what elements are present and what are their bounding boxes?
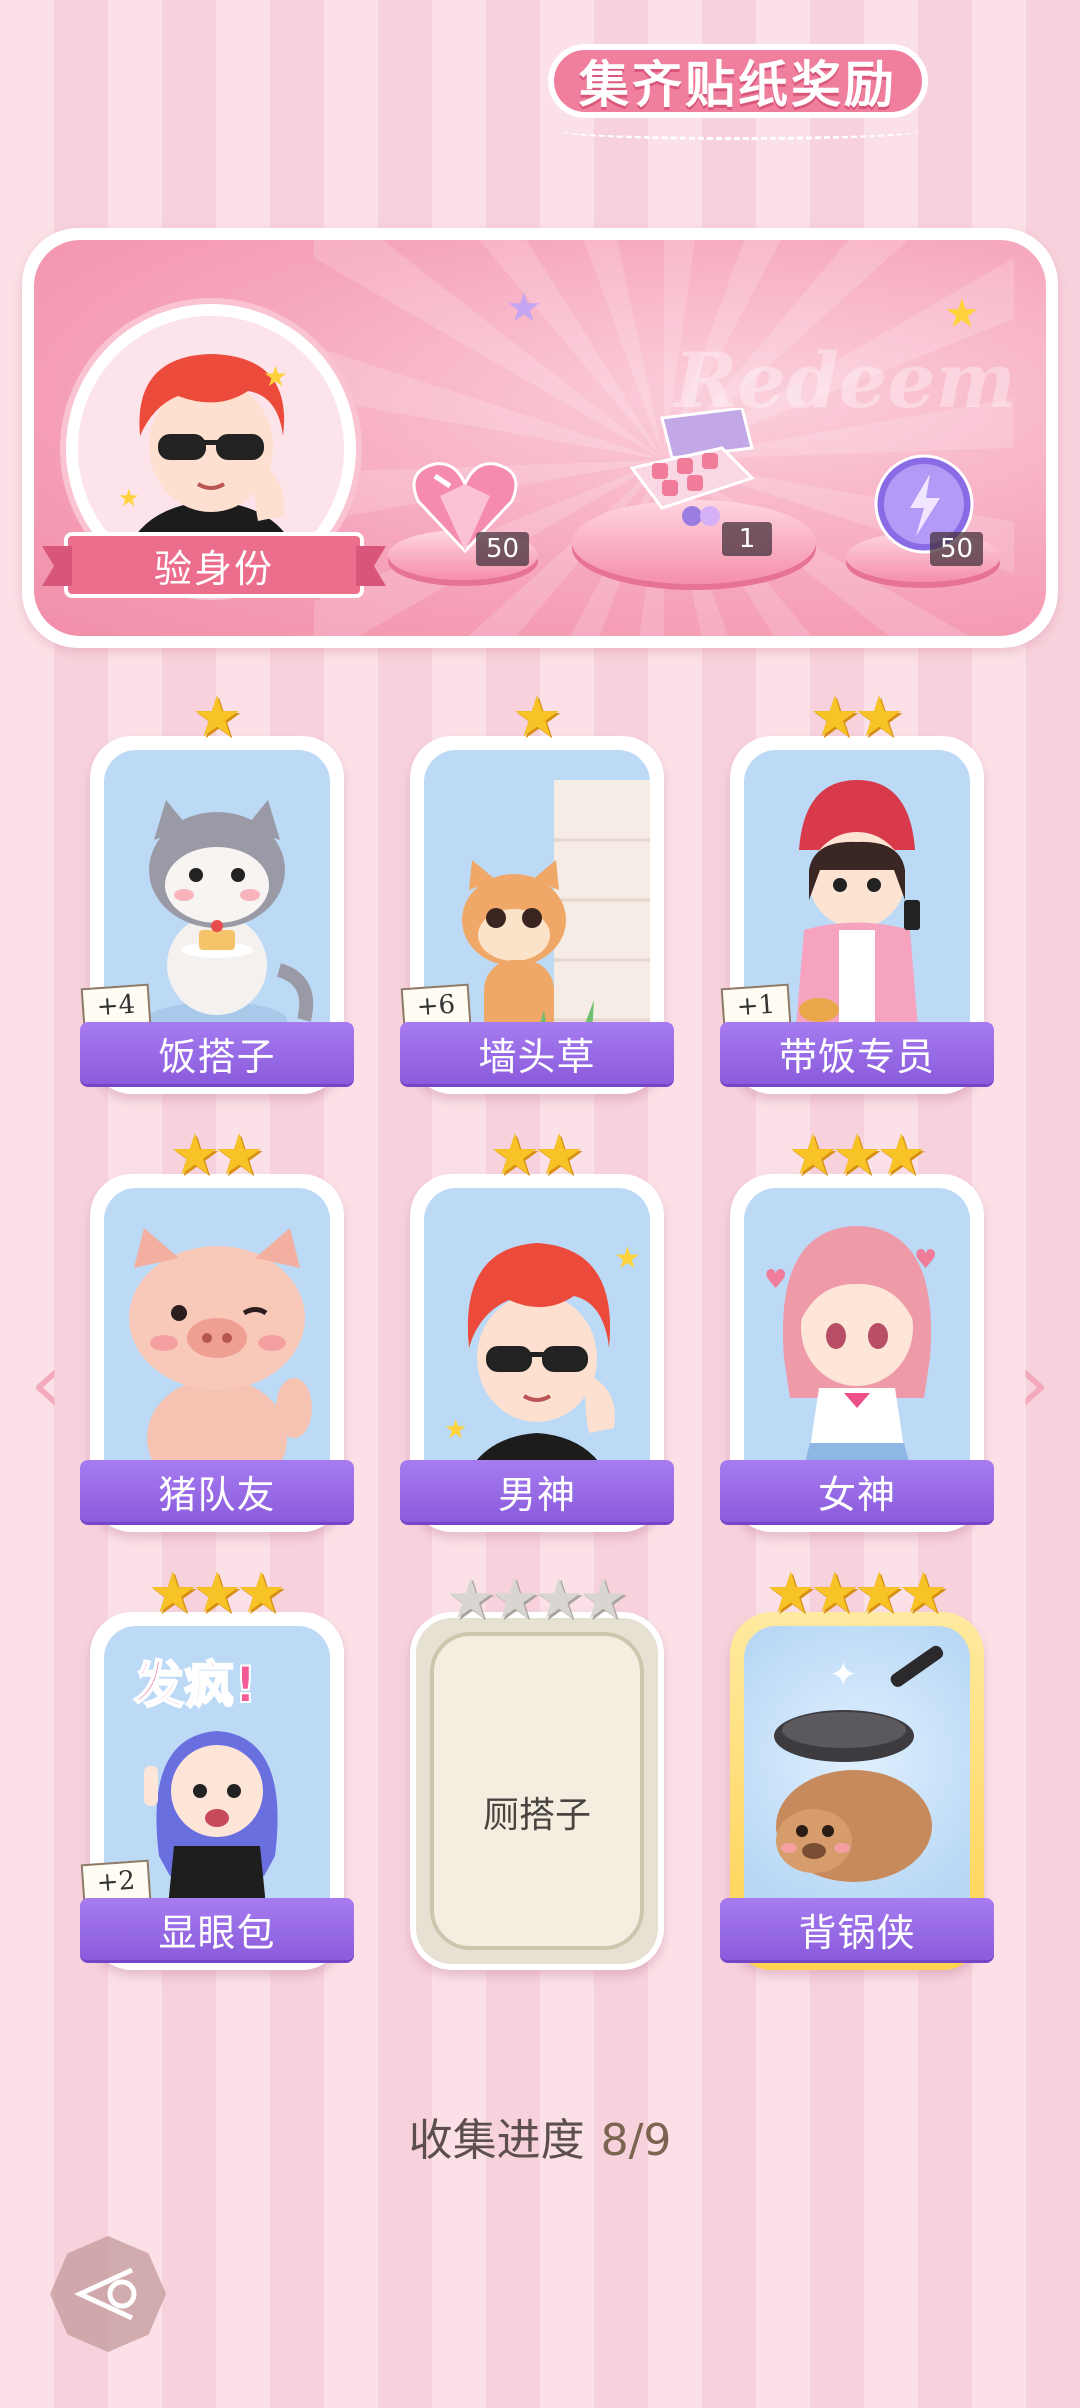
sticker-card[interactable]: ★ ★ ★ 发疯! +2 显眼包 — [80, 1566, 354, 1970]
star-icon: ★ — [854, 1561, 905, 1626]
purple-star-icon: ★ — [506, 285, 542, 331]
svg-text:✦: ✦ — [829, 1655, 858, 1695]
star-icon: ★ — [236, 1561, 287, 1626]
star-icon: ★ — [147, 1561, 198, 1626]
sticker-card[interactable]: ★ ★ ★ ★ 男神 — [400, 1128, 674, 1532]
banner-title: 集齐贴纸奖励 — [548, 44, 928, 118]
star-icon: ★ — [489, 1123, 540, 1188]
svg-text:★: ★ — [614, 1241, 641, 1276]
star-icon: ★ — [191, 1561, 243, 1626]
progress-value: 8/9 — [600, 2115, 672, 2166]
star-icon: ★ — [578, 1567, 629, 1632]
sticker-card[interactable]: ★ ★ ★ ♥ ♥ 女神 — [720, 1128, 994, 1532]
card-placeholder: 厕搭子 — [430, 1632, 644, 1950]
star-rating: ★ ★ — [730, 690, 984, 746]
star-icon: ★ — [831, 1123, 883, 1188]
sticker-card[interactable]: ★ ★ +1 带饭专员 — [720, 690, 994, 1094]
collection-progress: 收集进度 8/9 — [0, 2104, 1080, 2168]
star-rating: ★ ★ ★ ★ — [730, 1566, 984, 1622]
star-rating: ★ ★ ★ ★ — [416, 1572, 658, 1628]
card-name: 猪队友 — [80, 1460, 354, 1522]
sticker-card[interactable]: ★ +6 墙头草 — [400, 690, 674, 1094]
title-decoration — [560, 122, 920, 140]
reward-count: 50 — [930, 532, 984, 566]
sticker-card-locked[interactable]: ★ ★ ★ ★ 厕搭子 — [410, 1572, 664, 1970]
svg-text:★: ★ — [444, 1415, 467, 1445]
star-icon: ★ — [214, 1123, 265, 1188]
verify-identity-button[interactable]: 验身份 — [64, 532, 364, 598]
card-name: 背锅侠 — [720, 1898, 994, 1960]
star-icon: ★ — [511, 685, 563, 750]
gift-box-icon[interactable] — [622, 406, 762, 528]
reward-count: 50 — [476, 532, 530, 566]
star-icon: ★ — [765, 1561, 816, 1626]
star-rating: ★ ★ ★ — [90, 1566, 344, 1622]
svg-text:♥: ♥ — [764, 1265, 787, 1295]
card-name: 带饭专员 — [720, 1022, 994, 1084]
back-arrow-icon — [74, 2267, 137, 2321]
yellow-star-icon: ★ — [944, 291, 980, 337]
star-icon: ★ — [854, 685, 905, 750]
star-rating: ★ ★ ★ — [730, 1128, 984, 1184]
reward-count: 1 — [722, 522, 772, 556]
star-icon: ★ — [169, 1123, 220, 1188]
star-icon: ★ — [809, 1561, 860, 1626]
star-icon: ★ — [489, 1567, 540, 1632]
star-icon: ★ — [809, 685, 860, 750]
svg-text:★: ★ — [118, 484, 140, 512]
sticker-card[interactable]: ★ ★ 猪队友 — [80, 1128, 354, 1532]
svg-text:★: ★ — [263, 360, 288, 393]
star-icon: ★ — [534, 1123, 585, 1188]
star-icon: ★ — [876, 1123, 927, 1188]
star-icon: ★ — [191, 685, 243, 750]
star-icon: ★ — [445, 1567, 496, 1632]
star-rating: ★ — [410, 690, 664, 746]
card-name: 男神 — [400, 1460, 674, 1522]
art-caption: 发疯! — [134, 1656, 257, 1714]
progress-label: 收集进度 — [408, 2115, 585, 2166]
svg-text:♥: ♥ — [914, 1245, 937, 1275]
card-name: 女神 — [720, 1460, 994, 1522]
card-name: 饭搭子 — [80, 1022, 354, 1084]
star-rating: ★ ★ — [90, 1128, 344, 1184]
star-icon: ★ — [898, 1561, 949, 1626]
next-page-arrow-icon[interactable]: › — [1004, 1344, 1064, 1424]
card-name: 显眼包 — [80, 1898, 354, 1960]
star-icon: ★ — [787, 1123, 838, 1188]
prev-page-arrow-icon[interactable]: ‹ — [16, 1344, 76, 1424]
card-name: 墙头草 — [400, 1022, 674, 1084]
star-rating: ★ — [90, 690, 344, 746]
locked-card-name: 厕搭子 — [482, 1795, 591, 1836]
sticker-card[interactable]: ★ ★ ★ ★ ✦ 背锅侠 — [720, 1566, 994, 1970]
star-rating: ★ ★ — [410, 1128, 664, 1184]
sticker-card[interactable]: ★ +4 饭搭子 — [80, 690, 354, 1094]
star-icon: ★ — [534, 1567, 585, 1632]
